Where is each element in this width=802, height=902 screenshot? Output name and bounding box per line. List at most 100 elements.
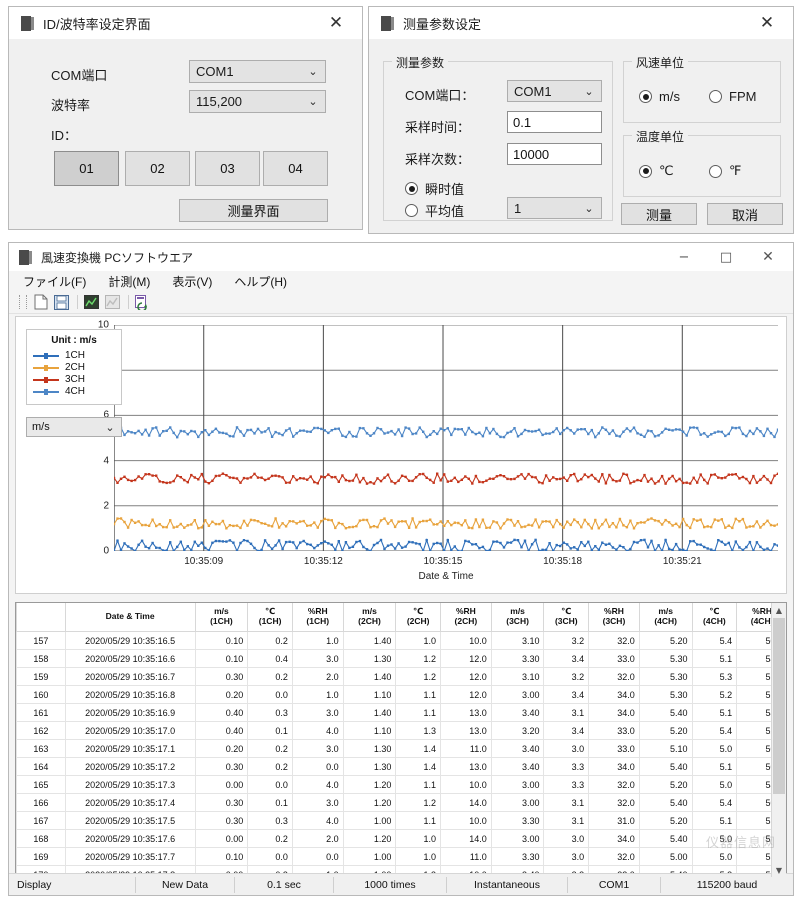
dialog-titlebar: 测量参数设定 ✕ [369, 7, 793, 39]
menu-help[interactable]: ヘルプ(H) [234, 273, 287, 290]
radio-temp-f[interactable]: ℉ [709, 163, 741, 179]
row-value-4: 3.0 [292, 794, 343, 812]
average-count-select[interactable]: 1 ⌄ [507, 197, 602, 219]
measure-screen-button[interactable]: 测量界面 [179, 199, 328, 222]
scrollbar-thumb[interactable] [773, 618, 785, 794]
table-row[interactable]: 1652020/05/29 10:35:17.30.000.04.01.201.… [17, 776, 788, 794]
radio-temp-c-label: ℃ [659, 163, 674, 179]
measure-button[interactable]: 测量 [621, 203, 697, 225]
row-datetime: 2020/05/29 10:35:17.4 [65, 794, 195, 812]
row-value-11: 5.40 [639, 794, 692, 812]
table-row[interactable]: 1642020/05/29 10:35:17.20.300.20.01.301.… [17, 758, 788, 776]
row-value-9: 3.4 [544, 686, 589, 704]
radio-average[interactable]: 平均值 [405, 201, 464, 220]
row-value-9: 3.0 [544, 740, 589, 758]
row-value-3: 0.0 [248, 848, 293, 866]
close-icon[interactable]: ✕ [747, 242, 789, 272]
row-datetime: 2020/05/29 10:35:17.5 [65, 812, 195, 830]
row-value-9: 3.3 [544, 758, 589, 776]
close-icon[interactable]: ✕ [745, 8, 789, 38]
radio-wind-ms[interactable]: m/s [639, 89, 680, 104]
baud-rate-value: 115,200 [196, 94, 307, 109]
row-value-3: 0.3 [248, 812, 293, 830]
table-header-3: ℃(1CH) [248, 603, 293, 632]
row-value-5: 1.40 [343, 704, 396, 722]
row-value-11: 5.20 [639, 722, 692, 740]
com-port-select[interactable]: COM1 ⌄ [189, 60, 326, 83]
toolbar-grip[interactable] [19, 295, 27, 309]
minimize-icon[interactable]: − [663, 242, 705, 272]
export-icon[interactable] [133, 293, 152, 311]
table-row[interactable]: 1662020/05/29 10:35:17.40.300.13.01.201.… [17, 794, 788, 812]
table-row[interactable]: 1672020/05/29 10:35:17.50.300.34.01.001.… [17, 812, 788, 830]
row-value-11: 5.30 [639, 650, 692, 668]
table-header-4: %RH(1CH) [292, 603, 343, 632]
row-value-8: 3.40 [491, 740, 544, 758]
row-value-2: 0.20 [195, 686, 248, 704]
unit-select[interactable]: m/s ⌄ [26, 417, 122, 437]
cancel-button[interactable]: 取消 [707, 203, 783, 225]
row-value-6: 1.0 [396, 848, 441, 866]
table-row[interactable]: 1622020/05/29 10:35:17.00.400.14.01.101.… [17, 722, 788, 740]
table-row[interactable]: 1582020/05/29 10:35:16.60.100.43.01.301.… [17, 650, 788, 668]
row-value-3: 0.2 [248, 668, 293, 686]
maximize-icon[interactable]: □ [705, 242, 747, 272]
chevron-down-icon: ⌄ [307, 65, 319, 78]
row-value-4: 4.0 [292, 722, 343, 740]
row-value-5: 1.30 [343, 758, 396, 776]
sample-time-input[interactable]: 0.1 [507, 111, 602, 133]
id-button-02[interactable]: 02 [125, 151, 190, 186]
row-index: 161 [17, 704, 66, 722]
table-row[interactable]: 1592020/05/29 10:35:16.70.300.22.01.401.… [17, 668, 788, 686]
row-value-11: 5.30 [639, 686, 692, 704]
radio-instantaneous[interactable]: 瞬时值 [405, 179, 464, 198]
table-header-9: ℃(3CH) [544, 603, 589, 632]
table-row[interactable]: 1612020/05/29 10:35:16.90.400.33.01.401.… [17, 704, 788, 722]
radio-dot-icon [709, 165, 722, 178]
table-row[interactable]: 1682020/05/29 10:35:17.60.000.22.01.201.… [17, 830, 788, 848]
row-value-10: 31.0 [589, 812, 640, 830]
row-value-5: 1.40 [343, 632, 396, 650]
row-value-7: 12.0 [441, 686, 492, 704]
new-file-icon[interactable] [31, 293, 50, 311]
scroll-up-icon[interactable]: ▲ [772, 603, 786, 617]
radio-wind-fpm[interactable]: FPM [709, 89, 756, 104]
row-value-2: 0.40 [195, 704, 248, 722]
legend-label-3ch: 3CH [65, 374, 85, 385]
measurement-params-group-title: 测量参数 [392, 54, 448, 71]
row-value-10: 33.0 [589, 740, 640, 758]
id-button-03[interactable]: 03 [195, 151, 260, 186]
row-value-7: 14.0 [441, 830, 492, 848]
menu-view[interactable]: 表示(V) [172, 273, 212, 290]
row-value-7: 10.0 [441, 812, 492, 830]
row-value-5: 1.00 [343, 812, 396, 830]
row-value-8: 3.30 [491, 812, 544, 830]
id-button-01[interactable]: 01 [54, 151, 119, 186]
com-port-select[interactable]: COM1 ⌄ [507, 80, 602, 102]
row-index: 162 [17, 722, 66, 740]
id-button-02-label: 02 [150, 161, 164, 176]
table-row[interactable]: 1602020/05/29 10:35:16.80.200.01.01.101.… [17, 686, 788, 704]
sample-count-input[interactable]: 10000 [507, 143, 602, 165]
id-button-04[interactable]: 04 [263, 151, 328, 186]
row-value-10: 33.0 [589, 722, 640, 740]
save-icon[interactable] [52, 293, 71, 311]
table-row[interactable]: 1572020/05/29 10:35:16.50.100.21.01.401.… [17, 632, 788, 650]
row-value-11: 5.20 [639, 776, 692, 794]
row-datetime: 2020/05/29 10:35:17.0 [65, 722, 195, 740]
table-row[interactable]: 1632020/05/29 10:35:17.10.200.23.01.301.… [17, 740, 788, 758]
menu-measure[interactable]: 計測(M) [108, 273, 150, 290]
legend-label-4ch: 4CH [65, 386, 85, 397]
baud-rate-label: 波特率 [51, 95, 90, 114]
scroll-down-icon[interactable]: ▼ [772, 863, 786, 877]
table-row[interactable]: 1692020/05/29 10:35:17.70.100.00.01.001.… [17, 848, 788, 866]
radio-temp-c[interactable]: ℃ [639, 163, 674, 179]
row-value-11: 5.20 [639, 632, 692, 650]
row-value-9: 3.1 [544, 794, 589, 812]
row-value-2: 0.10 [195, 650, 248, 668]
close-icon[interactable]: ✕ [314, 8, 358, 38]
legend-item-1ch: 1CH [33, 350, 115, 361]
graph-icon[interactable] [82, 293, 101, 311]
menu-file[interactable]: ファイル(F) [23, 273, 86, 290]
baud-rate-select[interactable]: 115,200 ⌄ [189, 90, 326, 113]
